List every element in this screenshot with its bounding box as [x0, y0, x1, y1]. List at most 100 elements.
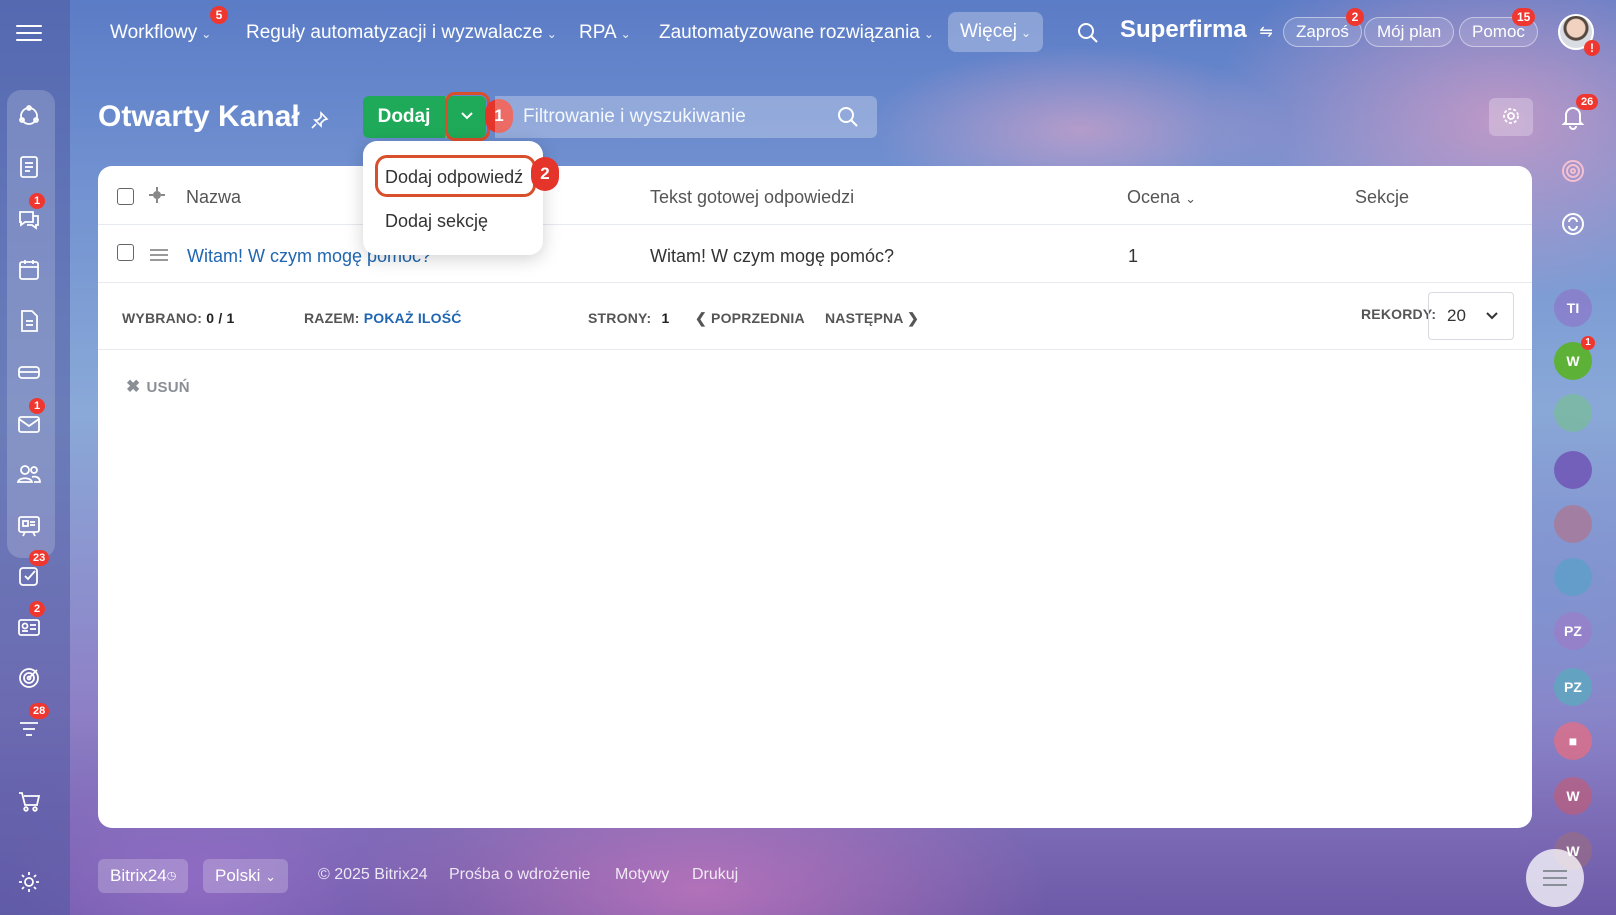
- calendar-icon: [15, 256, 43, 284]
- chevron-down-icon: ⌄: [265, 869, 276, 884]
- column-header-name[interactable]: Nazwa: [186, 187, 241, 208]
- step-2-badge: 2: [531, 157, 559, 191]
- prev-page-button[interactable]: ❮ POPRZEDNIA: [695, 310, 805, 327]
- nav-automated-solutions[interactable]: Zautomatyzowane rozwiązania ⌄: [659, 18, 934, 48]
- sidebar-item-documents[interactable]: [15, 153, 43, 181]
- selected-label: WYBRANO:: [122, 310, 203, 326]
- chevron-down-icon: ⌄: [620, 27, 631, 41]
- photo-avatar[interactable]: [1554, 505, 1592, 543]
- footer-link-implementation[interactable]: Prośba o wdrożenie: [449, 866, 590, 884]
- invite-button[interactable]: Zaproś 2: [1283, 8, 1364, 47]
- help-badge: 15: [1512, 8, 1536, 26]
- avatar-w-2[interactable]: W: [1554, 777, 1592, 815]
- column-header-rating[interactable]: Ocena ⌄: [1127, 187, 1196, 208]
- sidebar-item-shop[interactable]: [15, 787, 43, 815]
- group-avatar[interactable]: [1554, 451, 1592, 489]
- my-plan-button[interactable]: Mój plan: [1364, 17, 1455, 47]
- feed-badge: 28: [29, 703, 50, 719]
- footer-link-themes[interactable]: Motywy: [615, 866, 669, 884]
- nav-more[interactable]: Więcej ⌄: [948, 12, 1044, 52]
- drag-handle-icon[interactable]: [150, 248, 168, 262]
- target-icon: [15, 664, 43, 692]
- sidebar-item-activity[interactable]: [15, 102, 43, 130]
- tasks-badge: 23: [29, 550, 50, 566]
- delete-button[interactable]: ✖ USUŃ: [126, 377, 190, 397]
- footer-divider: [98, 349, 1532, 350]
- pin-icon[interactable]: [310, 110, 330, 130]
- chat-refresh-icon[interactable]: [1560, 211, 1586, 237]
- sidebar-item-sites[interactable]: [15, 512, 43, 540]
- total-count: RAZEM: POKAŻ ILOŚĆ: [304, 310, 462, 326]
- search-icon[interactable]: [1077, 22, 1099, 44]
- invite-badge: 2: [1346, 8, 1364, 26]
- records-label: REKORDY:: [1361, 306, 1437, 322]
- chevron-down-icon: [1485, 311, 1499, 321]
- page-settings-button[interactable]: [1489, 98, 1533, 136]
- nav-automation-rules[interactable]: Reguły automatyzacji i wyzwalacze ⌄: [246, 18, 557, 48]
- clock-icon: ◷: [166, 870, 177, 882]
- chevron-right-icon: ❯: [903, 310, 920, 326]
- right-sidebar: 26 TI W 1 PZ PZ ■ W W: [1526, 66, 1616, 915]
- sidebar-item-tasks[interactable]: 23: [15, 550, 50, 590]
- chat-group-avatar[interactable]: [1554, 394, 1592, 432]
- chat-list-button[interactable]: [1526, 849, 1584, 907]
- footer-link-print[interactable]: Drukuj: [692, 866, 738, 884]
- avatar-ti[interactable]: TI: [1554, 289, 1592, 327]
- close-icon: ✖: [126, 377, 141, 396]
- avatar-pz-2[interactable]: PZ: [1554, 668, 1592, 706]
- mail-badge: 1: [29, 398, 45, 414]
- records-per-page-select[interactable]: 20: [1428, 292, 1514, 340]
- row-text: Witam! W czym mogę pomóc?: [650, 246, 895, 266]
- avatar-pz-1[interactable]: PZ: [1554, 612, 1592, 650]
- show-count-link[interactable]: POKAŻ ILOŚĆ: [364, 310, 462, 326]
- sidebar-item-files[interactable]: [15, 307, 43, 335]
- gear-icon[interactable]: [148, 186, 166, 204]
- add-button[interactable]: Dodaj: [363, 96, 445, 138]
- document-icon: [15, 153, 43, 181]
- chevron-down-icon: ⌄: [201, 27, 212, 41]
- sidebar-item-chats[interactable]: 1: [15, 193, 45, 233]
- nav-automated-solutions-label: Zautomatyzowane rozwiązania: [659, 22, 920, 43]
- help-button[interactable]: Pomoc 15: [1459, 8, 1538, 47]
- row-divider: [98, 282, 1532, 283]
- users-avatar[interactable]: [1554, 558, 1592, 596]
- sidebar-item-goals[interactable]: [15, 664, 43, 692]
- bitrix24-logo[interactable]: Bitrix24◷: [98, 859, 189, 893]
- nav-rpa[interactable]: RPA ⌄: [579, 18, 631, 48]
- sidebar-item-drive[interactable]: [15, 358, 43, 386]
- next-page-button[interactable]: NASTĘPNA ❯: [825, 310, 919, 327]
- search-icon[interactable]: [837, 106, 859, 128]
- step-1-highlight: [445, 92, 490, 141]
- sidebar-item-feed[interactable]: 28: [15, 703, 50, 743]
- total-label: RAZEM:: [304, 310, 360, 326]
- video-call-icon[interactable]: ■: [1554, 722, 1592, 760]
- list-icon: [1543, 869, 1567, 887]
- menu-item-add-section[interactable]: Dodaj sekcję: [385, 211, 488, 232]
- select-all-checkbox[interactable]: [117, 188, 134, 205]
- row-checkbox[interactable]: [117, 244, 134, 261]
- sidebar-item-calendar[interactable]: [15, 256, 43, 284]
- chevron-down-icon: ⌄: [546, 27, 557, 41]
- target-icon[interactable]: [1560, 158, 1586, 184]
- sliders-icon[interactable]: ⇋: [1259, 24, 1272, 41]
- hamburger-menu-icon[interactable]: [16, 20, 42, 44]
- filter-search-input[interactable]: Filtrowanie i wyszukiwanie: [495, 96, 877, 138]
- file-icon: [15, 307, 43, 335]
- column-header-text[interactable]: Tekst gotowej odpowiedzi: [650, 187, 854, 208]
- sidebar-item-crm[interactable]: 2: [15, 601, 45, 641]
- nav-more-label: Więcej: [960, 21, 1018, 42]
- language-label: Polski: [215, 866, 261, 885]
- chevron-down-icon: ⌄: [1185, 191, 1196, 206]
- nav-rpa-label: RPA: [579, 22, 617, 43]
- presentation-icon: [15, 512, 43, 540]
- sidebar-item-settings[interactable]: [15, 868, 43, 896]
- nav-workflowy[interactable]: Workflowy ⌄ 5: [110, 6, 228, 48]
- pages-value: 1: [661, 310, 670, 326]
- language-select[interactable]: Polski ⌄: [203, 859, 288, 893]
- sidebar-item-employees[interactable]: [15, 460, 43, 488]
- activity-icon: [15, 102, 43, 130]
- column-header-sections[interactable]: Sekcje: [1355, 187, 1409, 208]
- records-value: 20: [1447, 306, 1466, 325]
- sidebar-item-mail[interactable]: 1: [15, 398, 45, 438]
- company-name[interactable]: Superfirma ⇋: [1120, 16, 1273, 44]
